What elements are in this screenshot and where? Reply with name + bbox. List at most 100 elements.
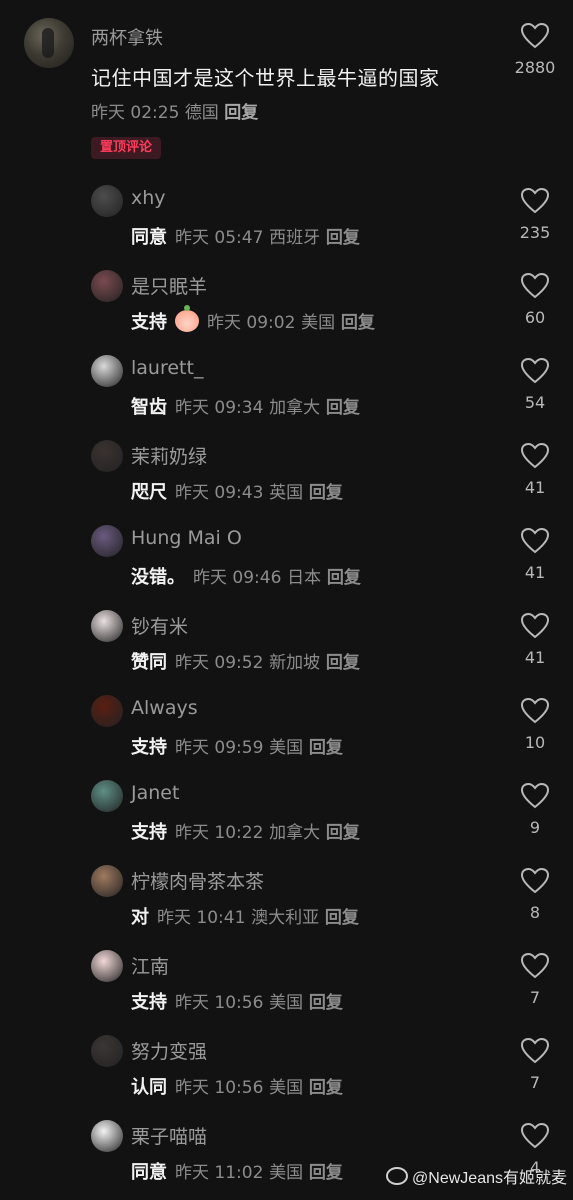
reply-button[interactable]: 回复 <box>309 1078 343 1098</box>
like-button[interactable]: 7 <box>505 952 565 1007</box>
reply-username[interactable]: Janet <box>131 782 179 804</box>
heart-icon[interactable] <box>520 612 550 640</box>
reply-button[interactable]: 回复 <box>309 483 343 503</box>
reply-username[interactable]: 努力变强 <box>131 1037 207 1064</box>
reply-content: 认同 昨天 10:56 美国 回复 <box>131 1073 343 1099</box>
avatar[interactable] <box>91 610 123 642</box>
heart-icon[interactable] <box>520 187 550 215</box>
like-count: 41 <box>524 478 546 497</box>
reply-username[interactable]: 栗子喵喵 <box>131 1122 207 1149</box>
like-button[interactable]: 41 <box>505 527 565 582</box>
avatar[interactable] <box>24 18 74 68</box>
reply-time: 昨天 09:43 <box>175 483 264 503</box>
avatar[interactable] <box>91 1120 123 1152</box>
reply-button[interactable]: 回复 <box>309 1163 343 1183</box>
reply-username[interactable]: laurett_ <box>131 357 203 379</box>
reply-button[interactable]: 回复 <box>327 568 361 588</box>
avatar[interactable] <box>91 270 123 302</box>
reply-text: 同意 <box>131 227 167 248</box>
reply-button[interactable]: 回复 <box>325 908 359 928</box>
avatar[interactable] <box>91 695 123 727</box>
reply-button[interactable]: 回复 <box>326 228 360 248</box>
reply-text: 智齿 <box>131 397 167 418</box>
avatar[interactable] <box>91 865 123 897</box>
reply-text: 支持 <box>131 992 167 1013</box>
like-button[interactable]: 10 <box>505 697 565 752</box>
like-button[interactable]: 41 <box>505 442 565 497</box>
reply-item: Hung Mai O 没错。 昨天 09:46 日本 回复 41 <box>0 515 573 600</box>
comment-meta: 昨天 02:25 德国 回复 <box>91 98 258 123</box>
reply-time: 昨天 09:02 <box>207 313 296 333</box>
like-button[interactable]: 8 <box>505 867 565 922</box>
reply-button[interactable]: 回复 <box>341 313 375 333</box>
reply-text: 同意 <box>131 1162 167 1183</box>
reply-item: 茉莉奶绿 咫尺 昨天 09:43 英国 回复 41 <box>0 430 573 515</box>
like-count: 7 <box>529 988 541 1007</box>
comment-username[interactable]: 两杯拿铁 <box>91 24 163 50</box>
reply-text: 支持 <box>131 737 167 758</box>
reply-username[interactable]: Always <box>131 697 198 719</box>
reply-button[interactable]: 回复 <box>309 738 343 758</box>
reply-username[interactable]: 是只眠羊 <box>131 272 207 299</box>
reply-username[interactable]: Hung Mai O <box>131 527 242 549</box>
heart-icon[interactable] <box>520 952 550 980</box>
reply-button[interactable]: 回复 <box>309 993 343 1013</box>
heart-icon[interactable] <box>520 272 550 300</box>
heart-icon[interactable] <box>520 22 550 50</box>
like-count: 41 <box>524 648 546 667</box>
like-button[interactable]: 235 <box>505 187 565 242</box>
heart-icon[interactable] <box>520 782 550 810</box>
heart-icon[interactable] <box>520 442 550 470</box>
reply-text: 认同 <box>131 1077 167 1098</box>
avatar[interactable] <box>91 950 123 982</box>
reply-location: 加拿大 <box>269 398 321 418</box>
reply-username[interactable]: 柠檬肉骨茶本茶 <box>131 867 264 894</box>
reply-location: 美国 <box>269 1163 304 1183</box>
heart-icon[interactable] <box>520 357 550 385</box>
like-button[interactable]: 9 <box>505 782 565 837</box>
avatar[interactable] <box>91 355 123 387</box>
like-button[interactable]: 41 <box>505 612 565 667</box>
reply-item: laurett_ 智齿 昨天 09:34 加拿大 回复 54 <box>0 345 573 430</box>
pinned-badge: 置顶评论 <box>91 137 162 159</box>
reply-button[interactable]: 回复 <box>224 103 258 123</box>
avatar[interactable] <box>91 185 123 217</box>
avatar[interactable] <box>91 1035 123 1067</box>
avatar[interactable] <box>91 440 123 472</box>
like-count: 2880 <box>514 58 556 77</box>
weibo-icon <box>386 1167 409 1185</box>
comment-time: 昨天 02:25 <box>91 103 180 123</box>
heart-icon[interactable] <box>520 1037 550 1065</box>
avatar[interactable] <box>91 525 123 557</box>
reply-username[interactable]: 江南 <box>131 952 169 979</box>
reply-text: 赞同 <box>131 652 167 673</box>
reply-item: 江南 支持 昨天 10:56 美国 回复 7 <box>0 940 573 1025</box>
heart-icon[interactable] <box>520 697 550 725</box>
like-button[interactable]: 2880 <box>505 22 565 77</box>
reply-item: 努力变强 认同 昨天 10:56 美国 回复 7 <box>0 1025 573 1110</box>
reply-button[interactable]: 回复 <box>326 398 360 418</box>
reply-item: 钞有米 赞同 昨天 09:52 新加坡 回复 41 <box>0 600 573 685</box>
reply-text: 对 <box>131 907 149 928</box>
reply-username[interactable]: 钞有米 <box>131 612 188 639</box>
reply-button[interactable]: 回复 <box>326 823 360 843</box>
heart-icon[interactable] <box>520 867 550 895</box>
peach-face-emoji-icon <box>175 305 199 332</box>
like-count: 41 <box>524 563 546 582</box>
reply-location: 美国 <box>269 993 304 1013</box>
reply-button[interactable]: 回复 <box>326 653 360 673</box>
like-button[interactable]: 54 <box>505 357 565 412</box>
reply-item: Always 支持 昨天 09:59 美国 回复 10 <box>0 685 573 770</box>
avatar[interactable] <box>91 780 123 812</box>
like-button[interactable]: 60 <box>505 272 565 327</box>
heart-icon[interactable] <box>520 527 550 555</box>
reply-username[interactable]: 茉莉奶绿 <box>131 442 207 469</box>
reply-content: 支持 昨天 10:22 加拿大 回复 <box>131 818 360 844</box>
heart-icon[interactable] <box>520 1122 550 1150</box>
like-button[interactable]: 7 <box>505 1037 565 1092</box>
reply-username[interactable]: xhy <box>131 187 166 209</box>
like-count: 235 <box>519 223 551 242</box>
reply-text: 咫尺 <box>131 482 167 503</box>
reply-time: 昨天 10:22 <box>175 823 264 843</box>
reply-content: 支持 昨天 09:59 美国 回复 <box>131 733 343 759</box>
